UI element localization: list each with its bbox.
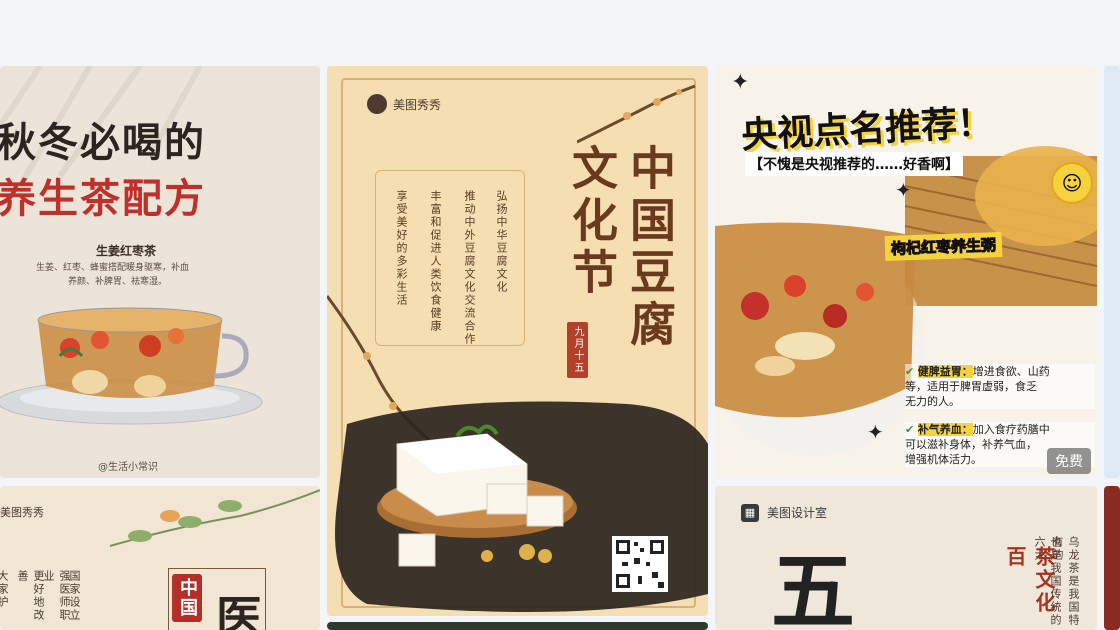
herb-branch-decoration: [109, 489, 320, 547]
tea-culture-brand: 美图设计室: [767, 506, 828, 520]
porridge-subtitle: 【不愧是央视推荐的……好香啊】: [745, 152, 963, 176]
template-card-partial-right-2[interactable]: [1104, 486, 1120, 630]
medicine-seal: 中国: [172, 574, 202, 622]
medicine-col4: 大家护: [0, 570, 9, 609]
tofu-title-col2: 中国豆腐: [623, 144, 677, 352]
tea-culture-big-char: 五: [771, 542, 856, 630]
smiley-icon: ☺: [1051, 162, 1093, 204]
template-card-tofu[interactable]: 美图秀秀 弘扬中华豆腐文化 推动中外豆腐文化交流合作 丰富和促进人类饮食健康 享…: [327, 66, 708, 616]
tofu-text-col1: 弘扬中华豆腐文化: [495, 190, 508, 294]
sparkle-icon: ✦: [867, 420, 884, 444]
tea-title-line1: 秋冬必喝的: [0, 119, 206, 166]
sparkle-icon: ✦: [731, 70, 750, 95]
template-card-tea-culture[interactable]: ▦ 美图设计室 五 茶文化百 乌龙茶是我国特有的 也是我国传统的六大: [715, 486, 1097, 630]
design-studio-logo-icon: ▦: [741, 504, 759, 522]
tea-recipe-name: 生姜红枣茶: [96, 244, 157, 258]
tea-title-line2: 养生茶配方: [0, 175, 206, 222]
tofu-brand: 美图秀秀: [393, 98, 442, 112]
tea-recipe-desc-2: 养颜、补脾胃、祛寒湿。: [68, 277, 168, 287]
medicine-big-char: 医: [216, 591, 262, 630]
top-bar: [0, 0, 1120, 64]
template-card-tea[interactable]: 秋冬必喝的 养生茶配方 生姜红枣茶 生姜、红枣、蜂蜜搭配暖身驱寒，补血 养颜、补…: [0, 66, 320, 478]
tofu-text-col2: 推动中外豆腐文化交流合作: [463, 190, 476, 346]
sparkle-icon: ✦: [895, 178, 912, 202]
qr-code-icon[interactable]: [612, 536, 668, 592]
tofu-brand-logo-icon: [367, 94, 387, 114]
template-card-medicine[interactable]: 美图秀秀 国家设立 强医师职业 更好地改善 大家护 中国 医: [0, 486, 320, 630]
tofu-date-seal: 九月十五: [567, 322, 588, 378]
template-card-porridge[interactable]: 央视点名推荐！ 【不愧是央视推荐的……好香啊】 枸杞红枣养生粥 ☺ ✦ ✦ ✦ …: [715, 66, 1097, 478]
tea-culture-text-col2: 也是我国传统的六大: [1033, 536, 1062, 627]
template-card-dark-strip[interactable]: [327, 622, 708, 630]
tofu-text-col3: 丰富和促进人类饮食健康: [429, 190, 442, 333]
tea-credit: @生活小常识: [98, 462, 158, 473]
porridge-tag: 枸杞红枣养生粥: [884, 231, 1003, 262]
check-icon: ✔: [905, 365, 915, 378]
porridge-bullet-1: ✔ 健脾益胃：增进食欲、山药 等，适用于脾胃虚弱，食乏 无力的人。: [905, 364, 1095, 409]
tea-recipe-desc-1: 生姜、红枣、蜂蜜搭配暖身驱寒，补血: [36, 263, 190, 273]
check-icon: ✔: [905, 423, 915, 436]
medicine-brand: 美图秀秀: [0, 506, 44, 519]
free-badge: 免费: [1047, 448, 1091, 474]
tofu-text-col4: 享受美好的多彩生活: [395, 190, 408, 307]
medicine-col3: 更好地改善: [16, 570, 45, 622]
tofu-title-col1: 文化节: [565, 144, 619, 300]
tea-cup-illustration: [0, 307, 263, 425]
template-card-partial-right[interactable]: [1104, 66, 1120, 478]
